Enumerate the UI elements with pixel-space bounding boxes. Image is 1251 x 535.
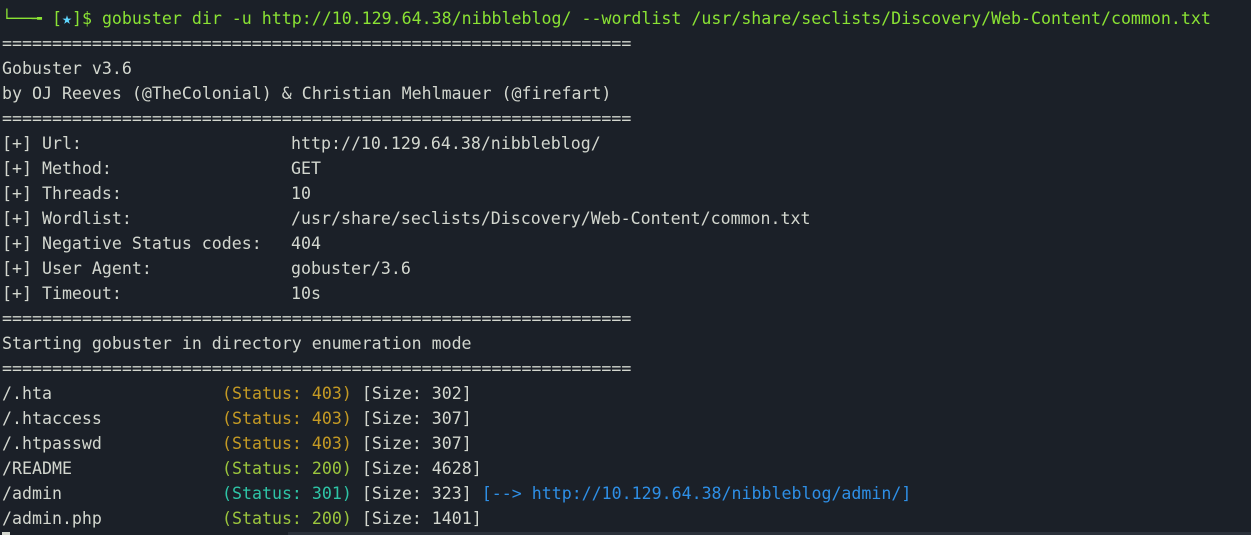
prompt-bracket-close: ]$ [71, 9, 102, 28]
result-row: /admin.php (Status: 200) [Size: 1401] [2, 506, 482, 531]
banner-authors: by OJ Reeves (@TheColonial) & Christian … [2, 84, 612, 103]
separator: ========================================… [2, 359, 632, 378]
result-size: [Size: 1401] [361, 509, 482, 528]
separator: ========================================… [2, 309, 632, 328]
star-icon: ★ [61, 9, 72, 28]
config-label: [+] Wordlist: [2, 209, 132, 228]
config-row: [+] Timeout: 10s [2, 281, 321, 306]
config-row: [+] User Agent: gobuster/3.6 [2, 256, 411, 281]
command-line: └──╼ [★]$ gobuster dir -u http://10.129.… [2, 6, 1211, 31]
result-path: /.htaccess [2, 409, 102, 428]
config-row: [+] Url: http://10.129.64.38/nibbleblog/ [2, 131, 601, 156]
banner-name: Gobuster v3.6 [2, 59, 132, 78]
config-value: 10 [291, 184, 311, 203]
result-status: (Status: 200) [222, 509, 352, 528]
result-status: (Status: 403) [222, 384, 352, 403]
result-path: /.hta [2, 384, 52, 403]
config-label: [+] Method: [2, 159, 112, 178]
result-size: [Size: 4628] [361, 459, 482, 478]
result-row: /admin (Status: 301) [Size: 323] [--> htt… [2, 481, 911, 506]
result-status: (Status: 301) [222, 484, 352, 503]
start-message: Starting gobuster in directory enumerati… [2, 334, 472, 353]
result-size: [Size: 323] [361, 484, 472, 503]
result-path: /.htpasswd [2, 434, 102, 453]
config-label: [+] User Agent: [2, 259, 152, 278]
result-size: [Size: 307] [361, 434, 472, 453]
result-status: (Status: 200) [222, 459, 352, 478]
config-row: [+] Wordlist: /usr/share/seclists/Discove… [2, 206, 811, 231]
config-label: [+] Timeout: [2, 284, 122, 303]
config-value: http://10.129.64.38/nibbleblog/ [291, 134, 601, 153]
result-status: (Status: 403) [222, 434, 352, 453]
config-label: [+] Threads: [2, 184, 122, 203]
config-label: [+] Negative Status codes: [2, 234, 262, 253]
config-value: GET [291, 159, 321, 178]
result-row: /.htpasswd (Status: 403) [Size: 307] [2, 431, 472, 456]
config-row: [+] Threads: 10 [2, 181, 311, 206]
result-row: /README (Status: 200) [Size: 4628] [2, 456, 482, 481]
result-path: /README [2, 459, 72, 478]
result-row: /.htaccess (Status: 403) [Size: 307] [2, 406, 472, 431]
result-path: /admin [2, 484, 62, 503]
config-value: 10s [291, 284, 321, 303]
config-label: [+] Url: [2, 134, 82, 153]
prompt-bracket-open: [ [51, 9, 62, 28]
separator: ========================================… [2, 109, 632, 128]
config-row: [+] Method: GET [2, 156, 321, 181]
config-value: /usr/share/seclists/Discovery/Web-Conten… [291, 209, 811, 228]
separator: ========================================… [2, 34, 632, 53]
prompt-frame: └──╼ [2, 9, 52, 28]
config-value: gobuster/3.6 [291, 259, 411, 278]
result-path: /admin.php [2, 509, 102, 528]
result-redirect-link[interactable]: [--> http://10.129.64.38/nibbleblog/admi… [482, 484, 912, 503]
result-row: /.hta (Status: 403) [Size: 302] [2, 381, 472, 406]
result-status: (Status: 403) [222, 409, 352, 428]
config-value: 404 [291, 234, 321, 253]
config-row: [+] Negative Status codes: 404 [2, 231, 321, 256]
command-text: gobuster dir -u http://10.129.64.38/nibb… [101, 9, 1211, 28]
result-size: [Size: 302] [361, 384, 472, 403]
terminal-window[interactable]: └──╼ [★]$ gobuster dir -u http://10.129.… [0, 0, 1251, 535]
result-size: [Size: 307] [361, 409, 472, 428]
